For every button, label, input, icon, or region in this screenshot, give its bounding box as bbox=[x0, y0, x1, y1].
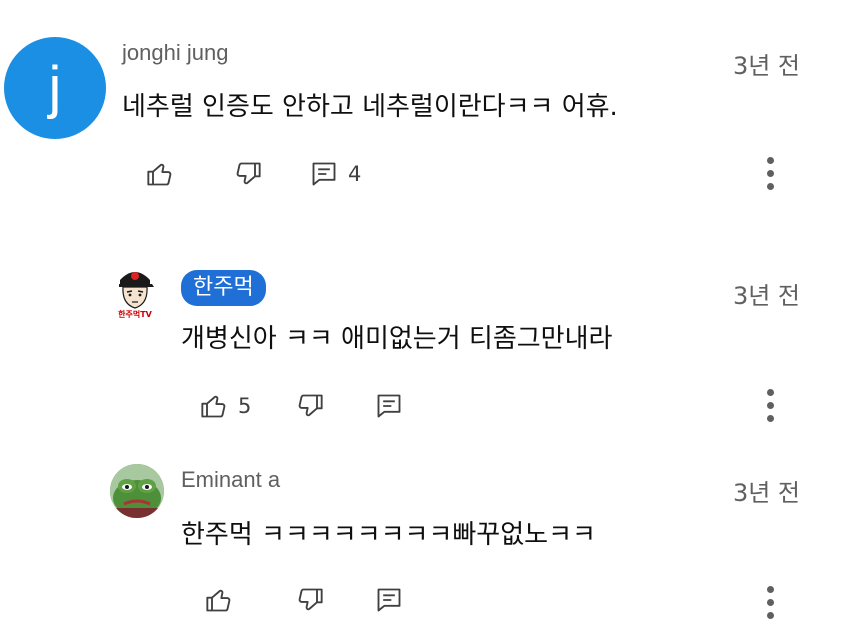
dislike-button[interactable] bbox=[296, 392, 324, 420]
like-count: 5 bbox=[238, 394, 252, 418]
reply-icon bbox=[377, 588, 401, 612]
comment-author[interactable]: jonghi jung bbox=[122, 40, 228, 66]
more-vert-icon[interactable] bbox=[766, 389, 774, 422]
dislike-button[interactable] bbox=[296, 586, 324, 614]
thumb-up-icon bbox=[147, 163, 172, 186]
reply-icon bbox=[312, 162, 336, 186]
avatar-caption: 한주먹TV bbox=[118, 310, 152, 319]
like-button[interactable] bbox=[146, 160, 174, 188]
reply-comment: Eminant a 3년 전 한주먹 ㅋㅋㅋㅋㅋㅋㅋㅋ빠꾸없노ㅋㅋ bbox=[0, 440, 850, 632]
comment-timestamp[interactable]: 3년 전 bbox=[733, 473, 800, 508]
avatar[interactable] bbox=[110, 464, 164, 518]
comment-author[interactable]: Eminant a bbox=[181, 467, 280, 493]
avatar[interactable]: j bbox=[4, 37, 106, 139]
reply-icon bbox=[377, 394, 401, 418]
comment-author-badge[interactable]: 한주먹 bbox=[181, 270, 266, 306]
thumb-down-icon bbox=[298, 588, 323, 611]
frog-avatar-icon bbox=[110, 464, 164, 518]
dislike-button[interactable] bbox=[234, 160, 262, 188]
comment-text: 네추럴 인증도 안하고 네추럴이란다ㅋㅋ 어휴. bbox=[122, 92, 618, 122]
reply-count: 4 bbox=[348, 162, 362, 186]
reply-button[interactable]: 4 bbox=[310, 160, 361, 188]
thumb-up-icon bbox=[201, 395, 226, 418]
thumb-up-icon bbox=[206, 589, 231, 612]
thumb-down-icon bbox=[298, 394, 323, 417]
avatar-letter: j bbox=[48, 55, 62, 120]
comment-timestamp[interactable]: 3년 전 bbox=[733, 46, 800, 81]
comment-timestamp[interactable]: 3년 전 bbox=[733, 276, 800, 311]
thumb-down-icon bbox=[236, 162, 261, 185]
avatar[interactable]: 한주먹TV bbox=[110, 266, 160, 322]
comment-thread: j jonghi jung 3년 전 네추럴 인증도 안하고 네추럴이란다ㅋㅋ … bbox=[0, 0, 850, 230]
more-vert-icon[interactable] bbox=[766, 157, 774, 190]
like-button[interactable]: 5 bbox=[200, 392, 251, 420]
cartoon-face-icon bbox=[119, 272, 154, 309]
reply-button[interactable] bbox=[375, 392, 403, 420]
more-vert-icon[interactable] bbox=[766, 586, 774, 619]
like-button[interactable] bbox=[205, 586, 233, 614]
reply-button[interactable] bbox=[375, 586, 403, 614]
comment-text: 개병신아 ㅋㅋ 애미없는거 티좀그만내라 bbox=[181, 324, 613, 354]
reply-comment: 한주먹TV 한주먹 3년 전 개병신아 ㅋㅋ 애미없는거 티좀그만내라 5 bbox=[0, 240, 850, 440]
comment-text: 한주먹 ㅋㅋㅋㅋㅋㅋㅋㅋ빠꾸없노ㅋㅋ bbox=[181, 520, 596, 550]
